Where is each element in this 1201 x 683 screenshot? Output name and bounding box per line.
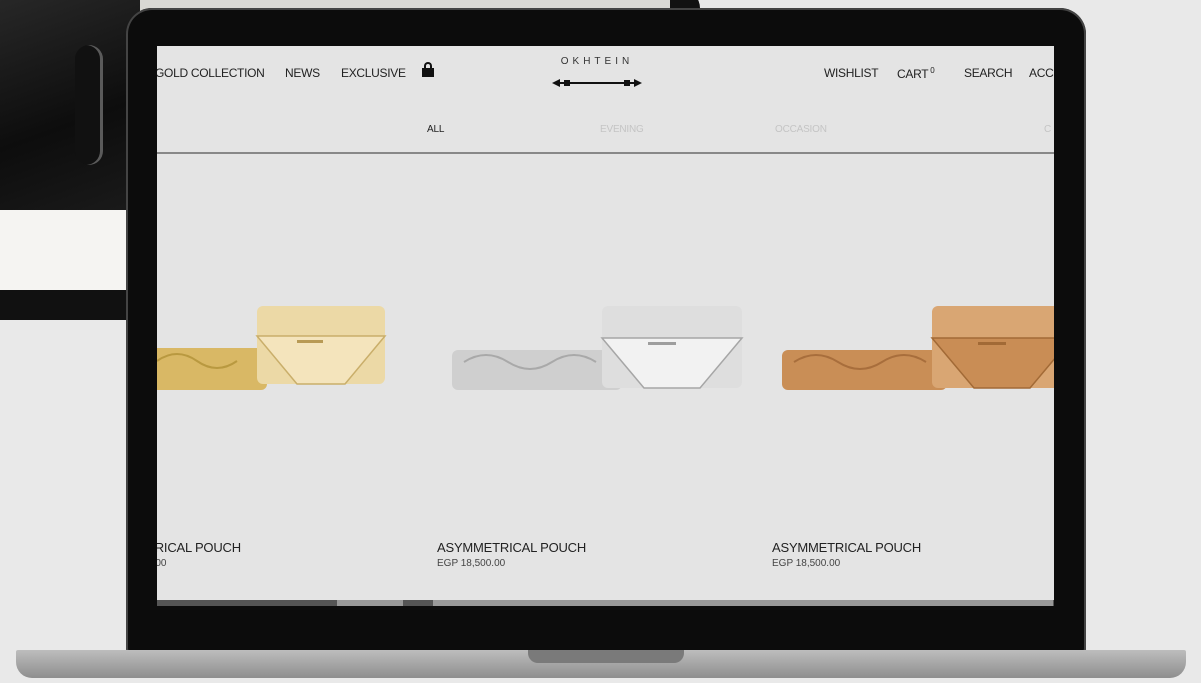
product-image[interactable] xyxy=(782,306,1054,406)
top-nav: GOLD COLLECTION NEWS EXCLUSIVE OKHTEIN W… xyxy=(157,46,1054,106)
product-image[interactable] xyxy=(452,306,752,406)
cart-count-badge: 0 xyxy=(930,66,935,75)
product-price: EGP 18,500.00 xyxy=(772,558,841,569)
nav-news[interactable]: NEWS xyxy=(285,66,320,80)
category-filters: ALL EVENING OCCASION C xyxy=(157,106,1054,154)
filter-all[interactable]: ALL xyxy=(427,124,444,135)
nav-search[interactable]: SEARCH xyxy=(964,66,1013,80)
nav-exclusive[interactable]: EXCLUSIVE xyxy=(341,66,406,80)
product-card[interactable]: ASYMMETRICAL POUCH EGP 18,500.00 xyxy=(772,156,1054,576)
next-row-preview xyxy=(337,600,403,606)
next-row-preview xyxy=(433,600,1053,606)
filter-occasion[interactable]: OCCASION xyxy=(775,124,827,135)
product-price: EGP 18,500.00 xyxy=(437,558,506,569)
nav-account[interactable]: ACC xyxy=(1029,66,1054,80)
lock-icon[interactable] xyxy=(422,62,434,77)
product-price: 0.00 xyxy=(157,558,167,569)
product-name: ASYMMETRICAL POUCH xyxy=(772,540,922,555)
nav-wishlist[interactable]: WISHLIST xyxy=(824,66,879,80)
logo-text: OKHTEIN xyxy=(560,56,634,67)
brand-logo[interactable]: OKHTEIN xyxy=(552,56,642,91)
filter-more[interactable]: C xyxy=(1044,124,1051,135)
nav-cart[interactable]: CART 0 xyxy=(897,66,935,81)
product-name: ASYMMETRICAL POUCH xyxy=(437,540,587,555)
laptop-notch xyxy=(528,650,684,663)
filter-evening[interactable]: EVENING xyxy=(600,124,644,135)
product-image[interactable] xyxy=(157,306,397,406)
laptop-screen: GOLD COLLECTION NEWS EXCLUSIVE OKHTEIN W… xyxy=(157,46,1054,606)
product-name: TRICAL POUCH xyxy=(157,540,241,555)
background-photo xyxy=(0,0,140,210)
product-card[interactable]: ASYMMETRICAL POUCH EGP 18,500.00 xyxy=(437,156,757,576)
logo-arrow-icon xyxy=(552,79,642,87)
product-card[interactable]: TRICAL POUCH 0.00 xyxy=(157,156,407,576)
cart-label: CART xyxy=(897,67,929,81)
nav-gold-collection[interactable]: GOLD COLLECTION xyxy=(157,66,265,80)
background-panel xyxy=(0,210,140,290)
